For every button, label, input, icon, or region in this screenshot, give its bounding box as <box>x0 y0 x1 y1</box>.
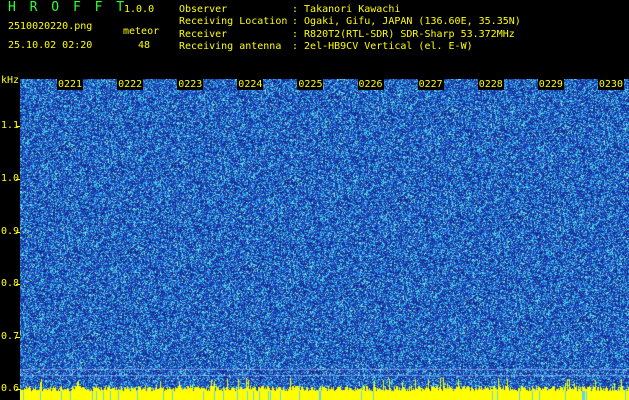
freq-tick-mark <box>16 126 20 128</box>
khz-unit-label: kHz <box>1 75 20 86</box>
category-label: meteor <box>123 26 160 37</box>
freq-tick-mark <box>16 284 20 286</box>
time-tick-label: 0225 <box>297 79 324 90</box>
time-axis: 0221 0222 0223 0224 0225 0226 0227 0228 0229 0230 <box>20 79 629 91</box>
time-tick-label: 0229 <box>537 79 564 90</box>
time-tick-label: 0226 <box>357 79 384 90</box>
time-tick-label: 0222 <box>117 79 144 90</box>
freq-tick-mark <box>16 336 20 338</box>
app-title: H R O F F T <box>8 0 128 15</box>
time-tick-label: 0227 <box>417 79 444 90</box>
time-tick-label: 0230 <box>597 79 624 90</box>
app-version: 1.0.0 <box>124 4 155 15</box>
file-name: 2510020220.png <box>8 21 93 32</box>
location-value: : Ogaki, Gifu, JAPAN (136.60E, 35.35N) <box>292 16 521 27</box>
spectrogram-canvas <box>20 79 629 400</box>
observer-value: : Takanori Kawachi <box>292 4 401 15</box>
antenna-value: : 2el-HB9CV Vertical (el. E-W) <box>292 41 473 52</box>
time-tick-label: 0224 <box>237 79 264 90</box>
time-tick-label: 0228 <box>477 79 504 90</box>
freq-tick-mark <box>16 178 20 180</box>
receiver-value: : R820T2(RTL-SDR) SDR-Sharp 53.372MHz <box>292 29 515 40</box>
freq-tick-mark <box>16 389 20 391</box>
location-label: Receiving Location <box>179 16 288 27</box>
receiver-label: Receiver <box>179 29 228 40</box>
antenna-label: Receiving antenna <box>179 41 282 52</box>
time-tick-label: 0223 <box>177 79 204 90</box>
date-time: 25.10.02 02:20 <box>8 40 93 51</box>
time-tick-label: 0221 <box>57 79 84 90</box>
freq-tick-mark <box>16 231 20 233</box>
observer-label: Observer <box>179 4 228 15</box>
category-count: 48 <box>138 40 151 51</box>
